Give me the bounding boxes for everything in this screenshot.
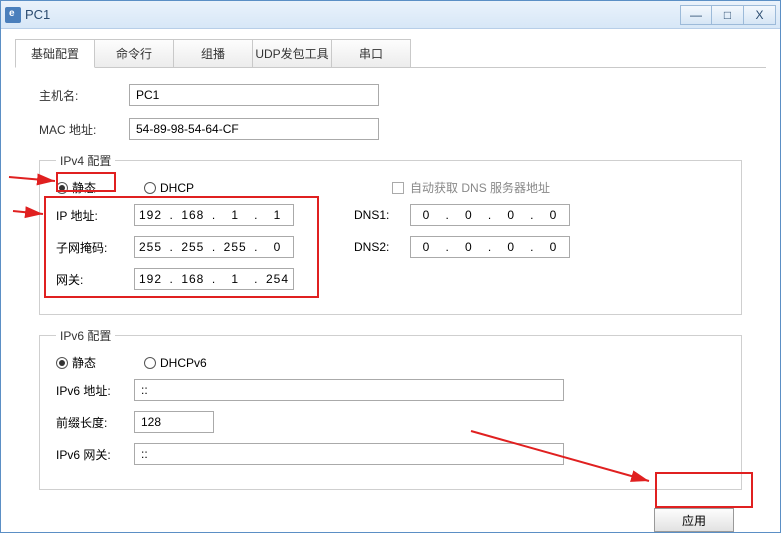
ipv6-gateway-input[interactable] <box>134 443 564 465</box>
tab-serial[interactable]: 串口 <box>331 39 411 67</box>
hostname-label: 主机名: <box>39 87 129 104</box>
ipv4-dhcp-label: DHCP <box>160 181 194 195</box>
ipv6-legend: IPv6 配置 <box>56 327 115 344</box>
app-window: PC1 — □ X 基础配置 命令行 组播 UDP发包工具 串口 主机名: MA… <box>0 0 781 533</box>
subnet-mask-input[interactable]: 255. 255. 255. 0 <box>134 236 294 258</box>
form-area: 主机名: MAC 地址: IPv4 配置 静态 DHCP <box>15 68 766 540</box>
ipv4-legend: IPv4 配置 <box>56 152 115 169</box>
ipv6-fieldset: IPv6 配置 静态 DHCPv6 IPv6 地址: 前缀长 <box>39 327 742 490</box>
tab-multicast[interactable]: 组播 <box>173 39 253 67</box>
checkbox-icon <box>392 182 404 194</box>
dns1-input[interactable]: 0. 0. 0. 0 <box>410 204 570 226</box>
tab-bar: 基础配置 命令行 组播 UDP发包工具 串口 <box>15 39 766 68</box>
ipv4-dhcp-radio[interactable]: DHCP <box>144 181 194 195</box>
gateway-input[interactable]: 192. 168. 1. 254 <box>134 268 294 290</box>
ip-address-label: IP 地址: <box>56 207 134 224</box>
ipv6-static-radio[interactable]: 静态 <box>56 354 96 371</box>
hostname-input[interactable] <box>129 84 379 106</box>
ipv6-prefix-input[interactable] <box>134 411 214 433</box>
ip-address-input[interactable]: 192. 168. 1. 1 <box>134 204 294 226</box>
content-area: 基础配置 命令行 组播 UDP发包工具 串口 主机名: MAC 地址: IPv4… <box>1 29 780 552</box>
mac-input[interactable] <box>129 118 379 140</box>
ipv6-address-label: IPv6 地址: <box>56 382 134 399</box>
ipv4-fieldset: IPv4 配置 静态 DHCP 自动获取 DNS 服务器地址 <box>39 152 742 315</box>
dns2-input[interactable]: 0. 0. 0. 0 <box>410 236 570 258</box>
minimize-button[interactable]: — <box>680 5 712 25</box>
dns1-label: DNS1: <box>354 208 410 222</box>
radio-icon <box>56 357 68 369</box>
ipv4-static-label: 静态 <box>72 179 96 196</box>
radio-icon <box>56 182 68 194</box>
window-title: PC1 <box>25 7 680 22</box>
subnet-mask-label: 子网掩码: <box>56 239 134 256</box>
tab-cli[interactable]: 命令行 <box>94 39 174 67</box>
radio-icon <box>144 182 156 194</box>
ipv4-static-radio[interactable]: 静态 <box>56 179 96 196</box>
mac-label: MAC 地址: <box>39 121 129 138</box>
maximize-button[interactable]: □ <box>712 5 744 25</box>
apply-button[interactable]: 应用 <box>654 508 734 532</box>
auto-dns-label: 自动获取 DNS 服务器地址 <box>410 179 550 196</box>
titlebar: PC1 — □ X <box>1 1 780 29</box>
app-icon <box>5 7 21 23</box>
close-button[interactable]: X <box>744 5 776 25</box>
auto-dns-checkbox[interactable]: 自动获取 DNS 服务器地址 <box>392 179 550 196</box>
dns2-label: DNS2: <box>354 240 410 254</box>
ipv6-static-label: 静态 <box>72 354 96 371</box>
ipv6-address-input[interactable] <box>134 379 564 401</box>
ipv6-gateway-label: IPv6 网关: <box>56 446 134 463</box>
tab-udp-tool[interactable]: UDP发包工具 <box>252 39 332 67</box>
tab-basic-config[interactable]: 基础配置 <box>15 39 95 68</box>
gateway-label: 网关: <box>56 271 134 288</box>
ipv6-prefix-label: 前缀长度: <box>56 414 134 431</box>
radio-icon <box>144 357 156 369</box>
ipv6-dhcp-label: DHCPv6 <box>160 356 207 370</box>
ipv6-dhcp-radio[interactable]: DHCPv6 <box>144 356 207 370</box>
